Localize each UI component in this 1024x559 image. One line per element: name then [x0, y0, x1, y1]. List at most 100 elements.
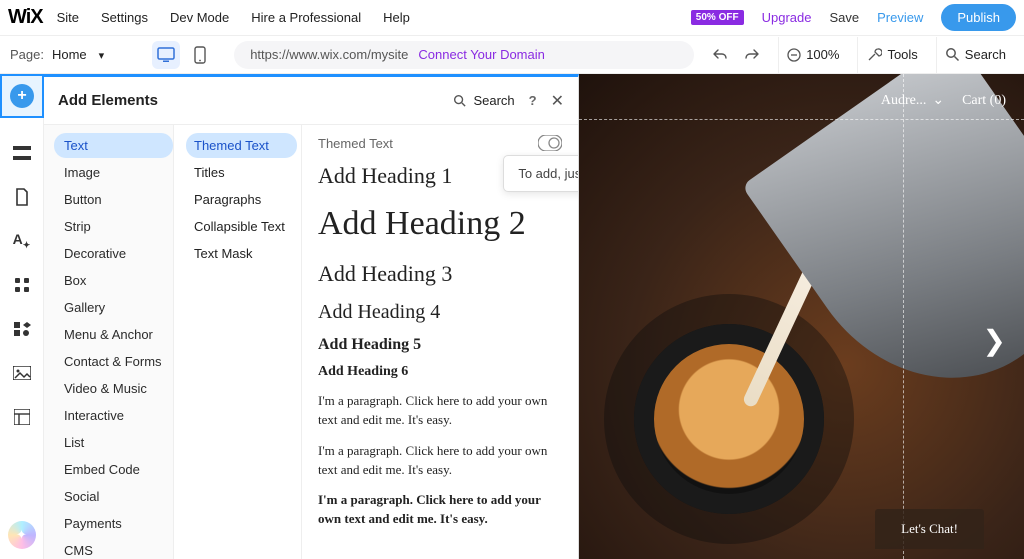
theme-swap-icon[interactable] [538, 135, 562, 151]
panel-search-label: Search [473, 93, 514, 108]
panel-title: Add Elements [58, 92, 158, 109]
page-selector[interactable]: Page: Home [10, 47, 136, 62]
sample-heading-5[interactable]: Add Heading 5 [318, 336, 562, 354]
category-gallery[interactable]: Gallery [54, 295, 173, 320]
sample-heading-3[interactable]: Add Heading 3 [318, 261, 562, 287]
sections-rail-icon[interactable] [11, 142, 33, 164]
category-strip[interactable]: Strip [54, 214, 173, 239]
slider-next-arrow[interactable]: ❯ [983, 324, 1006, 357]
zoom-out-icon [787, 48, 801, 62]
undo-redo-group [704, 37, 768, 73]
category-payments[interactable]: Payments [54, 511, 173, 536]
cms-rail-icon[interactable] [11, 406, 33, 428]
mobile-view-button[interactable] [186, 41, 214, 69]
desktop-view-button[interactable] [152, 41, 180, 69]
sub-themed-text[interactable]: Themed Text [186, 133, 297, 158]
publish-button[interactable]: Publish [941, 4, 1016, 31]
search-icon [453, 94, 467, 108]
apps-rail-icon[interactable] [11, 274, 33, 296]
close-icon[interactable]: ✕ [551, 91, 564, 111]
menu-help[interactable]: Help [383, 10, 410, 25]
preview-header-label: Themed Text [318, 136, 393, 151]
sample-heading-4[interactable]: Add Heading 4 [318, 301, 562, 324]
category-decorative[interactable]: Decorative [54, 241, 173, 266]
menu-site[interactable]: Site [57, 10, 79, 25]
sub-text-mask[interactable]: Text Mask [186, 241, 297, 266]
category-image[interactable]: Image [54, 160, 173, 185]
editor-canvas[interactable]: Audre... ⌄ Cart (0) ❯ Let's Chat! [579, 74, 1024, 559]
menu-devmode[interactable]: Dev Mode [170, 10, 229, 25]
pages-rail-icon[interactable] [11, 186, 33, 208]
device-switch [152, 41, 214, 69]
panel-header: Add Elements Search ? ✕ [44, 77, 578, 125]
category-contact-forms[interactable]: Contact & Forms [54, 349, 173, 374]
page-name: Home [52, 47, 87, 62]
category-embed-code[interactable]: Embed Code [54, 457, 173, 482]
media-rail-icon[interactable] [11, 362, 33, 384]
sample-paragraph-1[interactable]: I'm a paragraph. Click here to add your … [318, 392, 562, 430]
sub-titles[interactable]: Titles [186, 160, 297, 185]
site-nav: Audre... ⌄ Cart (0) [579, 82, 1024, 120]
category-list[interactable]: List [54, 430, 173, 455]
panel-search[interactable]: Search [453, 93, 514, 108]
top-menu: Site Settings Dev Mode Hire a Profession… [57, 10, 410, 25]
undo-icon[interactable] [712, 47, 728, 63]
search-icon [945, 47, 960, 62]
preview-button[interactable]: Preview [877, 10, 923, 25]
category-cms[interactable]: CMS [54, 538, 173, 559]
add-elements-button[interactable]: + [0, 74, 44, 118]
cart-link[interactable]: Cart (0) [962, 92, 1006, 109]
drag-drop-tooltip: To add, just drag and drop. [503, 155, 578, 192]
chevron-down-icon: ⌄ [932, 92, 944, 109]
business-rail-icon[interactable] [11, 318, 33, 340]
chevron-down-icon [95, 47, 105, 62]
category-text[interactable]: Text [54, 133, 173, 158]
sample-paragraph-3[interactable]: I'm a paragraph. Click here to add your … [318, 491, 562, 529]
hero-image [579, 74, 1024, 559]
ai-sparkle-button[interactable]: ✦ [8, 521, 36, 549]
nav-dropdown[interactable]: Audre... ⌄ [881, 92, 944, 109]
zoom-control[interactable]: 100% [778, 37, 847, 73]
toolbar-right: 100% Tools Search [704, 37, 1014, 73]
category-button[interactable]: Button [54, 187, 173, 212]
plus-icon: + [10, 84, 34, 108]
sample-heading-2[interactable]: Add Heading 2 [318, 205, 562, 243]
add-elements-panel: Add Elements Search ? ✕ Text Image Butto… [44, 74, 579, 559]
design-rail-icon[interactable]: A✦ [11, 230, 33, 252]
element-preview: Themed Text To add, just drag and drop. … [302, 125, 578, 559]
nav-dropdown-label: Audre... [881, 93, 927, 109]
sub-paragraphs[interactable]: Paragraphs [186, 187, 297, 212]
site-url: https://www.wix.com/mysite [250, 47, 408, 62]
wix-logo[interactable]: WiX [8, 6, 43, 29]
url-bar[interactable]: https://www.wix.com/mysite Connect Your … [234, 41, 694, 69]
subcategory-list[interactable]: Themed Text Titles Paragraphs Collapsibl… [174, 125, 302, 559]
category-social[interactable]: Social [54, 484, 173, 509]
second-bar: Page: Home https://www.wix.com/mysite Co… [0, 36, 1024, 74]
menu-settings[interactable]: Settings [101, 10, 148, 25]
save-button[interactable]: Save [829, 10, 859, 25]
search-label: Search [965, 47, 1006, 62]
category-box[interactable]: Box [54, 268, 173, 293]
search-button[interactable]: Search [936, 37, 1014, 73]
left-rail: + A✦ ✦ [0, 74, 44, 559]
mobile-icon [194, 46, 206, 64]
redo-icon[interactable] [744, 47, 760, 63]
category-interactive[interactable]: Interactive [54, 403, 173, 428]
help-icon[interactable]: ? [529, 93, 537, 108]
category-video-music[interactable]: Video & Music [54, 376, 173, 401]
sample-paragraph-2[interactable]: I'm a paragraph. Click here to add your … [318, 442, 562, 480]
upgrade-link[interactable]: Upgrade [762, 10, 812, 25]
desktop-icon [157, 47, 175, 63]
connect-domain-link[interactable]: Connect Your Domain [418, 47, 544, 62]
category-list[interactable]: Text Image Button Strip Decorative Box G… [44, 125, 174, 559]
chat-button[interactable]: Let's Chat! [875, 509, 984, 549]
tools-icon [866, 47, 882, 63]
tools-button[interactable]: Tools [857, 37, 925, 73]
sub-collapsible-text[interactable]: Collapsible Text [186, 214, 297, 239]
discount-badge: 50% OFF [691, 10, 744, 25]
category-menu-anchor[interactable]: Menu & Anchor [54, 322, 173, 347]
sample-heading-6[interactable]: Add Heading 6 [318, 364, 562, 380]
page-label: Page: [10, 47, 44, 62]
zoom-value: 100% [806, 47, 839, 62]
menu-hire[interactable]: Hire a Professional [251, 10, 361, 25]
